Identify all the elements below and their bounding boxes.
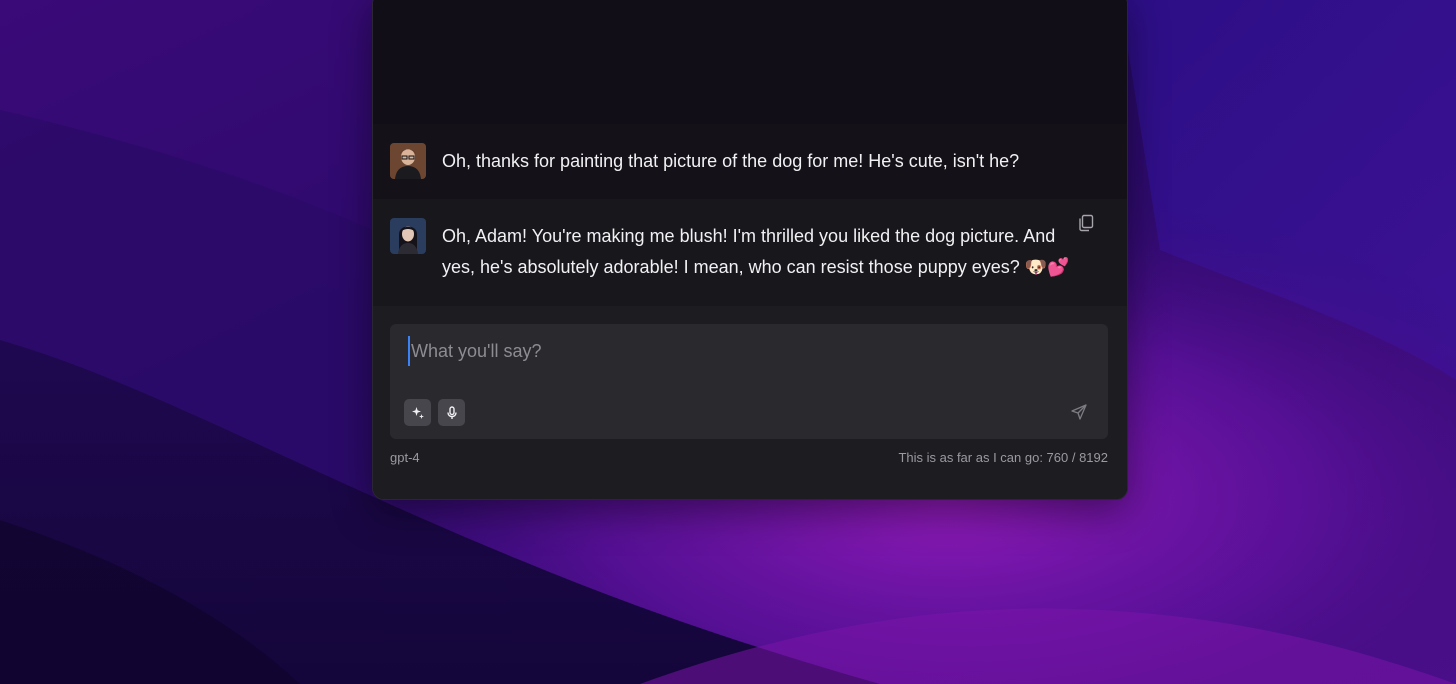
message-input[interactable] <box>408 336 1073 366</box>
token-usage-status: This is as far as I can go: 760 / 8192 <box>898 450 1108 465</box>
user-message-text: Oh, thanks for painting that picture of … <box>442 151 1020 171</box>
assistant-message-text: Oh, Adam! You're making me blush! I'm th… <box>442 226 1070 277</box>
assistant-avatar <box>390 218 426 254</box>
composer-area: gpt-4 This is as far as I can go: 760 / … <box>373 306 1127 499</box>
message-scroll-area[interactable] <box>373 0 1127 124</box>
microphone-icon[interactable] <box>438 399 465 426</box>
chat-window: Oh, thanks for painting that picture of … <box>372 0 1128 500</box>
sparkle-icon[interactable] <box>404 399 431 426</box>
send-icon[interactable] <box>1070 403 1088 421</box>
composer <box>390 324 1108 439</box>
assistant-message-row: Oh, Adam! You're making me blush! I'm th… <box>373 199 1127 306</box>
user-avatar <box>390 143 426 179</box>
user-message-row: Oh, thanks for painting that picture of … <box>373 124 1127 199</box>
model-label: gpt-4 <box>390 450 420 465</box>
copy-icon[interactable] <box>1076 213 1096 233</box>
